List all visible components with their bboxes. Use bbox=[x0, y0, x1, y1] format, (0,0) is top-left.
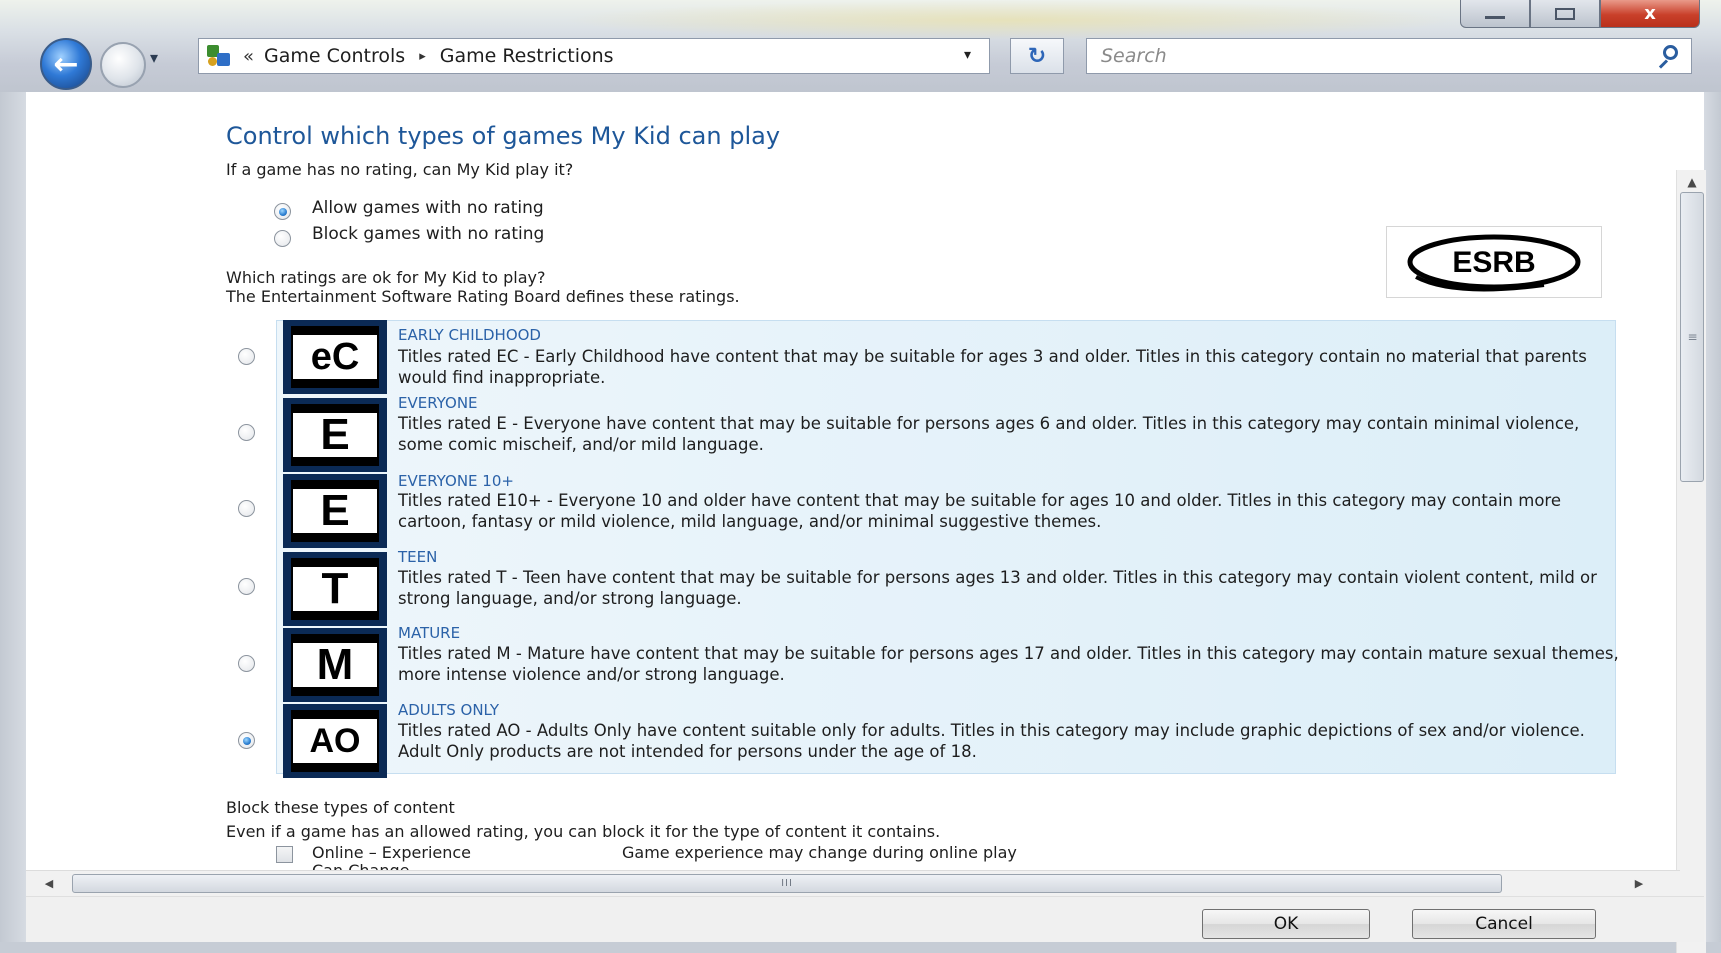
horizontal-scroll-thumb[interactable]: III bbox=[72, 874, 1502, 893]
vertical-scroll-thumb[interactable]: ≡ bbox=[1680, 192, 1704, 482]
rating-title-t: TEEN bbox=[398, 548, 438, 566]
grip-icon: III bbox=[781, 878, 793, 889]
scroll-down-icon[interactable]: ▼ bbox=[1677, 946, 1707, 953]
scroll-right-icon[interactable]: ▶ bbox=[1626, 871, 1652, 897]
close-icon: x bbox=[1644, 2, 1656, 24]
rating-desc-e10: Titles rated E10+ - Everyone 10 and olde… bbox=[398, 491, 1561, 531]
maximize-button[interactable] bbox=[1530, 0, 1600, 28]
window-frame-left bbox=[0, 92, 26, 953]
esrb-logo-text: ESRB bbox=[1452, 246, 1535, 279]
page-title: Control which types of games My Kid can … bbox=[226, 122, 781, 150]
minimize-button[interactable] bbox=[1460, 0, 1530, 28]
close-button[interactable]: x bbox=[1600, 0, 1700, 28]
breadcrumb-separator-icon[interactable]: ▸ bbox=[419, 49, 426, 64]
rating-radio-ao[interactable] bbox=[238, 732, 255, 749]
address-bar[interactable]: « Game Controls ▸ Game Restrictions ▾ bbox=[198, 38, 990, 74]
rating-title-e10: EVERYONE 10+ bbox=[398, 472, 514, 490]
refresh-icon: ↻ bbox=[1027, 43, 1047, 69]
rating-radio-ec[interactable] bbox=[238, 348, 255, 365]
rating-title-e: EVERYONE bbox=[398, 394, 478, 412]
scroll-up-icon[interactable]: ▲ bbox=[1677, 170, 1707, 194]
back-arrow-icon: ← bbox=[53, 46, 79, 82]
ao-badge-letter: AO bbox=[309, 722, 361, 760]
block-content-note: Even if a game has an allowed rating, yo… bbox=[226, 822, 941, 841]
horizontal-scrollbar[interactable]: ◀ III ▶ bbox=[26, 870, 1680, 896]
dialog-footer: OK Cancel bbox=[26, 896, 1704, 942]
forward-button[interactable] bbox=[100, 42, 146, 88]
esrb-logo: ESRB bbox=[1386, 226, 1602, 298]
rating-radio-t[interactable] bbox=[238, 578, 255, 595]
maximize-icon bbox=[1555, 7, 1575, 20]
rating-desc-e: Titles rated E - Everyone have content t… bbox=[398, 414, 1580, 454]
cancel-button[interactable]: Cancel bbox=[1412, 909, 1596, 939]
ao-badge-icon: AO bbox=[283, 704, 387, 778]
breadcrumb-game-controls[interactable]: Game Controls bbox=[264, 45, 405, 67]
block-no-rating-radio[interactable] bbox=[274, 230, 291, 247]
e-badge-icon: E bbox=[283, 398, 387, 472]
window-frame-right bbox=[1704, 92, 1721, 953]
rating-desc-t: Titles rated T - Teen have content that … bbox=[398, 568, 1597, 608]
search-input[interactable]: Search bbox=[1086, 38, 1692, 74]
rating-radio-e[interactable] bbox=[238, 424, 255, 441]
no-rating-question: If a game has no rating, can My Kid play… bbox=[226, 160, 574, 179]
rating-title-ec: EARLY CHILDHOOD bbox=[398, 326, 541, 344]
e10-badge-letter: E bbox=[320, 486, 350, 535]
control-panel-icon bbox=[205, 43, 231, 69]
online-experience-label-line1[interactable]: Online – Experience bbox=[312, 843, 471, 862]
search-placeholder: Search bbox=[1101, 45, 1167, 67]
refresh-button[interactable]: ↻ bbox=[1010, 38, 1064, 74]
breadcrumb-game-restrictions[interactable]: Game Restrictions bbox=[440, 45, 614, 67]
caption-buttons: x bbox=[1460, 0, 1700, 28]
online-experience-checkbox[interactable] bbox=[276, 846, 293, 863]
rating-radio-m[interactable] bbox=[238, 655, 255, 672]
window-frame-bottom bbox=[0, 942, 1721, 953]
minimize-icon bbox=[1485, 15, 1505, 19]
block-content-title: Block these types of content bbox=[226, 798, 455, 817]
online-experience-description: Game experience may change during online… bbox=[622, 843, 1017, 862]
ratings-note: The Entertainment Software Rating Board … bbox=[226, 287, 740, 306]
esrb-logo-icon: ESRB bbox=[1407, 234, 1581, 292]
block-no-rating-label[interactable]: Block games with no rating bbox=[312, 224, 544, 244]
rating-title-ao: ADULTS ONLY bbox=[398, 701, 500, 719]
rating-desc-ao: Titles rated AO - Adults Only have conte… bbox=[398, 721, 1585, 761]
t-badge-letter: T bbox=[321, 564, 349, 613]
ratings-question: Which ratings are ok for My Kid to play? bbox=[226, 268, 546, 287]
back-button[interactable]: ← bbox=[40, 38, 92, 90]
grip-icon: ≡ bbox=[1687, 330, 1697, 344]
title-bar-glow bbox=[560, 0, 1460, 40]
allow-no-rating-radio[interactable] bbox=[274, 203, 291, 220]
rating-desc-ec: Titles rated EC - Early Childhood have c… bbox=[398, 347, 1587, 387]
m-badge-icon: M bbox=[283, 628, 387, 702]
rating-radio-e10[interactable] bbox=[238, 500, 255, 517]
vertical-scrollbar[interactable]: ▲ ≡ ▼ bbox=[1676, 170, 1706, 953]
rating-desc-m: Titles rated M - Mature have content tha… bbox=[398, 644, 1619, 684]
recent-pages-button[interactable]: ▾ bbox=[150, 48, 158, 67]
rating-title-m: MATURE bbox=[398, 624, 461, 642]
scroll-left-icon[interactable]: ◀ bbox=[36, 871, 62, 897]
ok-button[interactable]: OK bbox=[1202, 909, 1370, 939]
search-icon[interactable] bbox=[1657, 45, 1679, 69]
ec-badge-letter: eC bbox=[310, 336, 360, 378]
t-badge-icon: T bbox=[283, 552, 387, 626]
m-badge-letter: M bbox=[316, 640, 354, 689]
ec-badge-icon: eC bbox=[283, 320, 387, 394]
e-badge-letter: E bbox=[320, 410, 350, 459]
allow-no-rating-label[interactable]: Allow games with no rating bbox=[312, 198, 544, 218]
e10-badge-icon: E bbox=[283, 474, 387, 548]
address-overflow-chevron[interactable]: « bbox=[243, 46, 254, 67]
address-dropdown-icon[interactable]: ▾ bbox=[964, 47, 971, 63]
